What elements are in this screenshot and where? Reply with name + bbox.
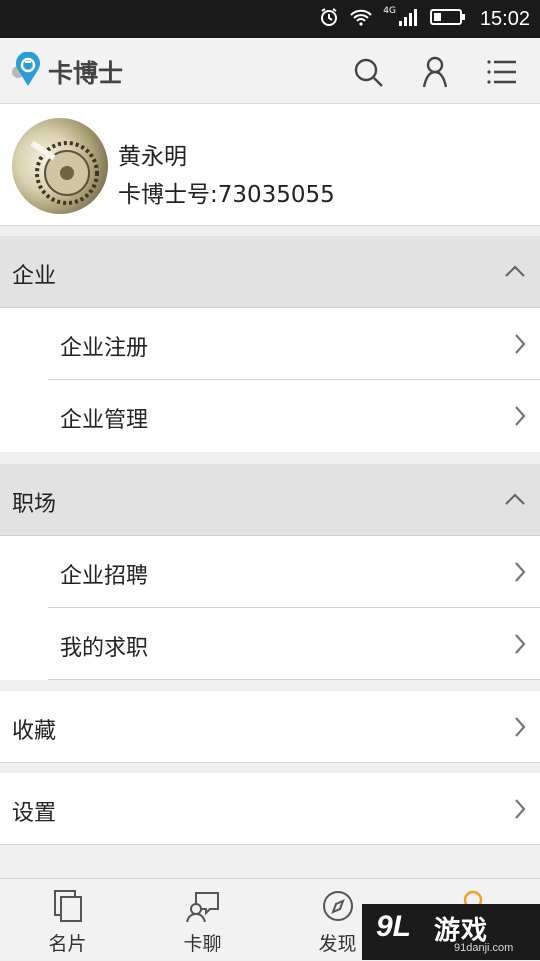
search-icon — [354, 58, 383, 87]
profile-name: 黄永明 — [118, 144, 187, 170]
list-item-settings[interactable]: 设置 — [0, 773, 540, 845]
menu-button[interactable] — [484, 54, 520, 90]
chevron-right-icon — [515, 799, 526, 819]
list-item-label: 收藏 — [12, 719, 57, 744]
alarm-icon — [319, 7, 339, 31]
network-type: 4G — [383, 6, 396, 16]
compass-icon — [322, 891, 353, 921]
section-header-workplace[interactable]: 职场 — [0, 464, 540, 536]
divider — [0, 762, 540, 763]
list-item-label: 设置 — [12, 801, 57, 826]
list-item-label: 企业注册 — [60, 336, 149, 361]
watermark-logo: 9L — [376, 910, 412, 943]
list-item-favorites[interactable]: 收藏 — [0, 691, 540, 763]
watermark-url: 91danji.com — [454, 942, 514, 954]
battery-icon — [429, 8, 466, 30]
user-icon — [422, 56, 448, 88]
profile-id: 卡博士号:73035055 — [118, 182, 335, 208]
watermark: 9L 游戏 91danji.com — [362, 904, 540, 960]
search-button[interactable] — [350, 54, 386, 90]
avatar[interactable] — [12, 118, 108, 214]
list-item-my-job-search[interactable]: 我的求职 — [0, 608, 540, 680]
list-item-label: 我的求职 — [60, 636, 149, 661]
list-item-recruitment[interactable]: 企业招聘 — [0, 536, 540, 608]
chevron-right-icon — [515, 334, 526, 354]
section-title: 职场 — [12, 492, 57, 517]
chevron-up-icon — [505, 493, 525, 505]
logo-icon — [10, 51, 44, 88]
signal-icon — [398, 7, 420, 31]
chat-icon — [185, 892, 219, 923]
card-icon — [53, 890, 82, 922]
chevron-right-icon — [515, 717, 526, 737]
app-title: 卡博士 — [48, 59, 124, 88]
list-item-enterprise-register[interactable]: 企业注册 — [0, 308, 540, 380]
profile-card[interactable]: 黄永明 卡博士号:73035055 — [0, 104, 540, 226]
tab-label: 卡聊 — [183, 933, 222, 955]
list-item-enterprise-manage[interactable]: 企业管理 — [0, 380, 540, 452]
list-item-label: 企业管理 — [60, 408, 149, 433]
app-bar: 卡博士 — [0, 38, 540, 104]
divider — [48, 679, 540, 680]
wifi-icon — [349, 7, 373, 31]
divider — [0, 844, 540, 845]
chevron-right-icon — [515, 406, 526, 426]
status-bar: 4G 15:02 — [0, 0, 540, 38]
tab-card[interactable]: 名片 — [0, 879, 135, 961]
chevron-up-icon — [505, 265, 525, 277]
chevron-right-icon — [515, 562, 526, 582]
chevron-right-icon — [515, 634, 526, 654]
user-button[interactable] — [417, 54, 453, 90]
section-title: 企业 — [12, 264, 57, 289]
clock: 15:02 — [479, 7, 530, 30]
menu-icon — [487, 60, 516, 84]
list-item-label: 企业招聘 — [60, 564, 149, 589]
tab-chat[interactable]: 卡聊 — [135, 879, 270, 961]
section-header-enterprise[interactable]: 企业 — [0, 236, 540, 308]
tab-label: 名片 — [48, 933, 87, 955]
